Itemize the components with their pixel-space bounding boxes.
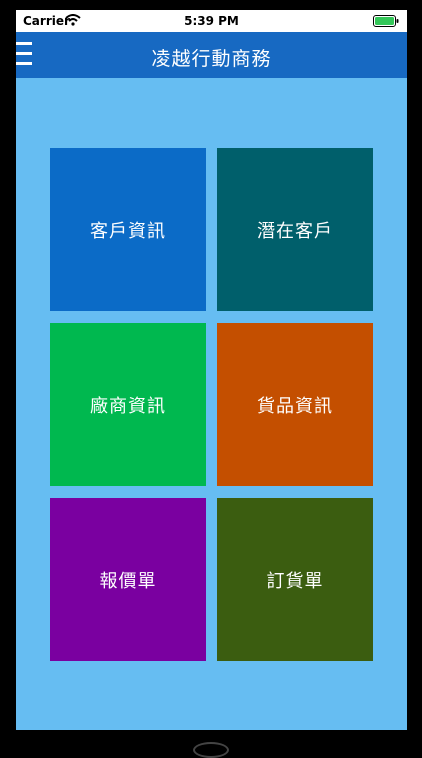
tile-label: 潛在客戶 <box>257 220 333 242</box>
home-button-hint <box>193 742 229 758</box>
product-info-tile[interactable]: 貨品資訊 <box>217 323 373 486</box>
vendor-info-tile[interactable]: 廠商資訊 <box>50 323 206 486</box>
purchase-order-tile[interactable]: 訂貨單 <box>217 498 373 661</box>
tile-label: 貨品資訊 <box>257 395 333 417</box>
tile-label: 廠商資訊 <box>90 395 166 417</box>
page-title: 凌越行動商務 <box>151 48 272 70</box>
battery-icon <box>373 15 399 27</box>
tile-label: 報價單 <box>99 570 157 592</box>
status-time: 5:39 PM <box>184 14 239 28</box>
tile-label: 客戶資訊 <box>90 220 166 242</box>
menu-grid: 客戶資訊 潛在客戶 廠商資訊 貨品資訊 報價單 訂貨單 <box>50 148 374 662</box>
status-bar: Carrier 5:39 PM <box>16 10 407 32</box>
customer-info-tile[interactable]: 客戶資訊 <box>50 148 206 311</box>
tile-label: 訂貨單 <box>266 570 324 592</box>
quotation-tile[interactable]: 報價單 <box>50 498 206 661</box>
potential-customer-tile[interactable]: 潛在客戶 <box>217 148 373 311</box>
nav-bar: 凌越行動商務 <box>16 32 407 78</box>
phone-screen: Carrier 5:39 PM 凌越行動商務 客戶資訊 潛在客戶 廠商資訊 貨品… <box>16 10 407 730</box>
